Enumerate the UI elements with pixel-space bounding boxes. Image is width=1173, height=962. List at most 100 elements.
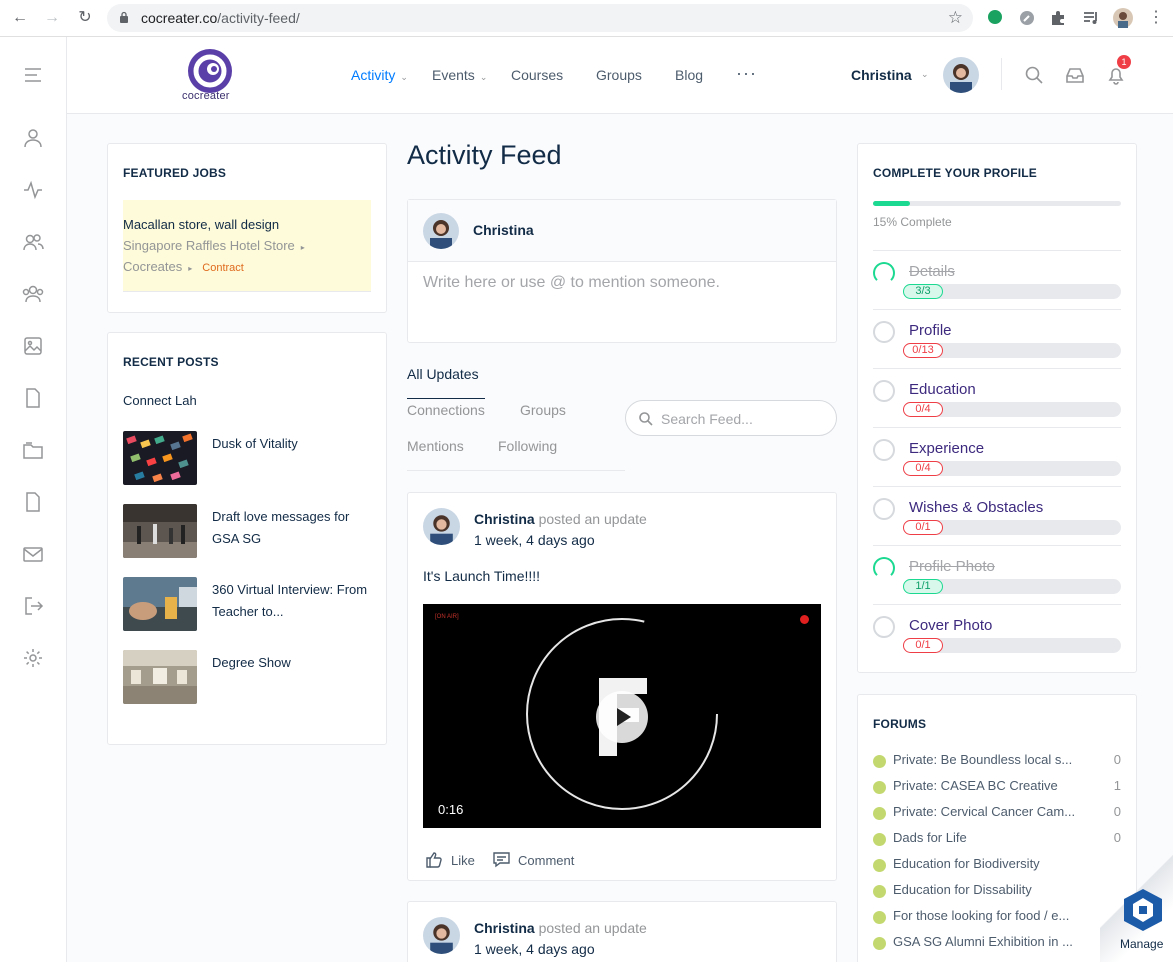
- manage-hexagon-icon[interactable]: [1120, 887, 1166, 933]
- step-label[interactable]: Details: [909, 263, 955, 280]
- nav-blog[interactable]: Blog: [675, 67, 703, 83]
- nav-more-button[interactable]: ···: [736, 63, 757, 84]
- manage-label[interactable]: Manage: [1120, 937, 1163, 951]
- profile-step[interactable]: Education 0/4: [873, 368, 1121, 424]
- recent-post-thumbnail[interactable]: [123, 431, 197, 485]
- video-player[interactable]: [ON AIR] 0:16: [423, 604, 821, 828]
- forum-name[interactable]: For those looking for food / e...: [893, 908, 1093, 923]
- tab-connections[interactable]: Connections: [407, 402, 485, 418]
- nav-activity[interactable]: Activity ⌄: [351, 67, 408, 83]
- browser-menu-icon[interactable]: ⋮: [1146, 8, 1166, 28]
- forum-name[interactable]: Private: Cervical Cancer Cam...: [893, 804, 1093, 819]
- play-icon[interactable]: [596, 691, 648, 743]
- forum-item[interactable]: Private: Cervical Cancer Cam... 0: [873, 804, 1121, 824]
- chevron-down-icon[interactable]: ⌄: [921, 69, 929, 80]
- tab-mentions[interactable]: Mentions: [407, 438, 464, 454]
- recent-post-title[interactable]: Draft love messages for GSA SG: [212, 506, 377, 550]
- search-icon[interactable]: [1024, 65, 1044, 85]
- post-author[interactable]: Christina: [474, 920, 535, 936]
- reload-icon[interactable]: ↻: [75, 8, 95, 28]
- settings-gear-icon[interactable]: [22, 647, 44, 669]
- forum-item[interactable]: Private: CASEA BC Creative 1: [873, 778, 1121, 798]
- recent-post-link[interactable]: Connect Lah: [123, 393, 197, 408]
- step-label[interactable]: Experience: [909, 440, 984, 457]
- forum-item[interactable]: Dads for Life 0: [873, 830, 1121, 850]
- tab-all-updates[interactable]: All Updates: [407, 366, 479, 382]
- post-timestamp[interactable]: 1 week, 4 days ago: [474, 941, 595, 957]
- step-label[interactable]: Cover Photo: [909, 617, 992, 634]
- post-author-avatar[interactable]: [423, 917, 460, 954]
- forum-name[interactable]: Education for Biodiversity: [893, 856, 1093, 871]
- manage-corner-button[interactable]: Manage: [1100, 855, 1173, 962]
- recent-post-thumbnail[interactable]: [123, 650, 197, 704]
- profile-step[interactable]: Experience 0/4: [873, 427, 1121, 483]
- forum-name[interactable]: Private: CASEA BC Creative: [893, 778, 1093, 793]
- profile-step[interactable]: Profile 0/13: [873, 309, 1121, 365]
- menu-toggle-icon[interactable]: [22, 64, 44, 86]
- profile-step[interactable]: Profile Photo 1/1: [873, 545, 1121, 601]
- header-user-name[interactable]: Christina: [851, 67, 912, 83]
- post-author-avatar[interactable]: [423, 508, 460, 545]
- logout-icon[interactable]: [22, 595, 44, 617]
- inbox-icon[interactable]: [1065, 65, 1085, 85]
- forum-item[interactable]: Education for Dissability: [873, 882, 1121, 902]
- recent-post-thumbnail[interactable]: [123, 504, 197, 558]
- messages-icon[interactable]: [22, 543, 44, 565]
- post-author[interactable]: Christina: [474, 511, 535, 527]
- nav-courses[interactable]: Courses: [511, 67, 563, 83]
- forum-name[interactable]: GSA SG Alumni Exhibition in ...: [893, 934, 1093, 949]
- recent-post-item[interactable]: 360 Virtual Interview: From Teacher to..…: [123, 577, 373, 631]
- tab-following[interactable]: Following: [498, 438, 557, 454]
- forum-item[interactable]: Education for Biodiversity: [873, 856, 1121, 876]
- extension-compass-icon[interactable]: [1018, 9, 1036, 27]
- groups-icon[interactable]: [22, 283, 44, 305]
- recent-post-thumbnail[interactable]: [123, 577, 197, 631]
- profile-step[interactable]: Details 3/3: [873, 250, 1121, 306]
- comment-button[interactable]: Comment: [493, 851, 574, 868]
- file-icon[interactable]: [22, 491, 44, 513]
- recent-post-title[interactable]: Dusk of Vitality: [212, 433, 377, 455]
- forum-item[interactable]: Private: Be Boundless local s... 0: [873, 752, 1121, 772]
- bookmark-star-icon[interactable]: ☆: [948, 8, 963, 28]
- recent-post-item[interactable]: Degree Show: [123, 650, 373, 704]
- step-label[interactable]: Profile Photo: [909, 558, 995, 575]
- job-title[interactable]: Macallan store, wall design: [123, 217, 279, 232]
- activity-icon[interactable]: [22, 179, 44, 201]
- like-button[interactable]: Like: [426, 851, 475, 868]
- header-avatar[interactable]: [943, 57, 979, 93]
- address-bar[interactable]: cocreater.co/activity-feed/ ☆: [107, 4, 973, 32]
- recent-post-title[interactable]: Degree Show: [212, 652, 377, 674]
- back-icon[interactable]: ←: [10, 8, 30, 28]
- members-icon[interactable]: [22, 231, 44, 253]
- forum-name[interactable]: Private: Be Boundless local s...: [893, 752, 1093, 767]
- forum-name[interactable]: Education for Dissability: [893, 882, 1093, 897]
- job-listing[interactable]: Macallan store, wall design Singapore Ra…: [123, 200, 371, 292]
- browser-profile-avatar[interactable]: [1113, 8, 1133, 28]
- media-queue-icon[interactable]: [1082, 9, 1100, 27]
- step-label[interactable]: Education: [909, 381, 976, 398]
- recent-post-title[interactable]: 360 Virtual Interview: From Teacher to..…: [212, 579, 377, 623]
- forward-icon[interactable]: →: [42, 8, 62, 28]
- document-icon[interactable]: [22, 387, 44, 409]
- recent-post-item[interactable]: Draft love messages for GSA SG: [123, 504, 373, 558]
- step-label[interactable]: Profile: [909, 322, 952, 339]
- recent-post-item[interactable]: Dusk of Vitality: [123, 431, 373, 485]
- profile-step[interactable]: Wishes & Obstacles 0/1: [873, 486, 1121, 542]
- forum-name[interactable]: Dads for Life: [893, 830, 1093, 845]
- step-label[interactable]: Wishes & Obstacles: [909, 499, 1043, 516]
- folder-icon[interactable]: [22, 439, 44, 461]
- photos-icon[interactable]: [22, 335, 44, 357]
- forum-item[interactable]: GSA SG Alumni Exhibition in ...: [873, 934, 1121, 954]
- search-feed-input[interactable]: Search Feed...: [625, 400, 837, 436]
- profile-step[interactable]: Cover Photo 0/1: [873, 604, 1121, 660]
- nav-events[interactable]: Events ⌄: [432, 67, 487, 83]
- forum-item[interactable]: For those looking for food / e...: [873, 908, 1121, 928]
- composer-avatar[interactable]: [423, 213, 459, 249]
- composer-input[interactable]: Write here or use @ to mention someone.: [423, 274, 720, 292]
- post-timestamp[interactable]: 1 week, 4 days ago: [474, 532, 595, 548]
- profile-icon[interactable]: [22, 127, 44, 149]
- nav-groups[interactable]: Groups: [596, 67, 642, 83]
- extension-green-icon[interactable]: [986, 9, 1004, 27]
- extensions-puzzle-icon[interactable]: [1049, 9, 1067, 27]
- tab-groups[interactable]: Groups: [520, 402, 566, 418]
